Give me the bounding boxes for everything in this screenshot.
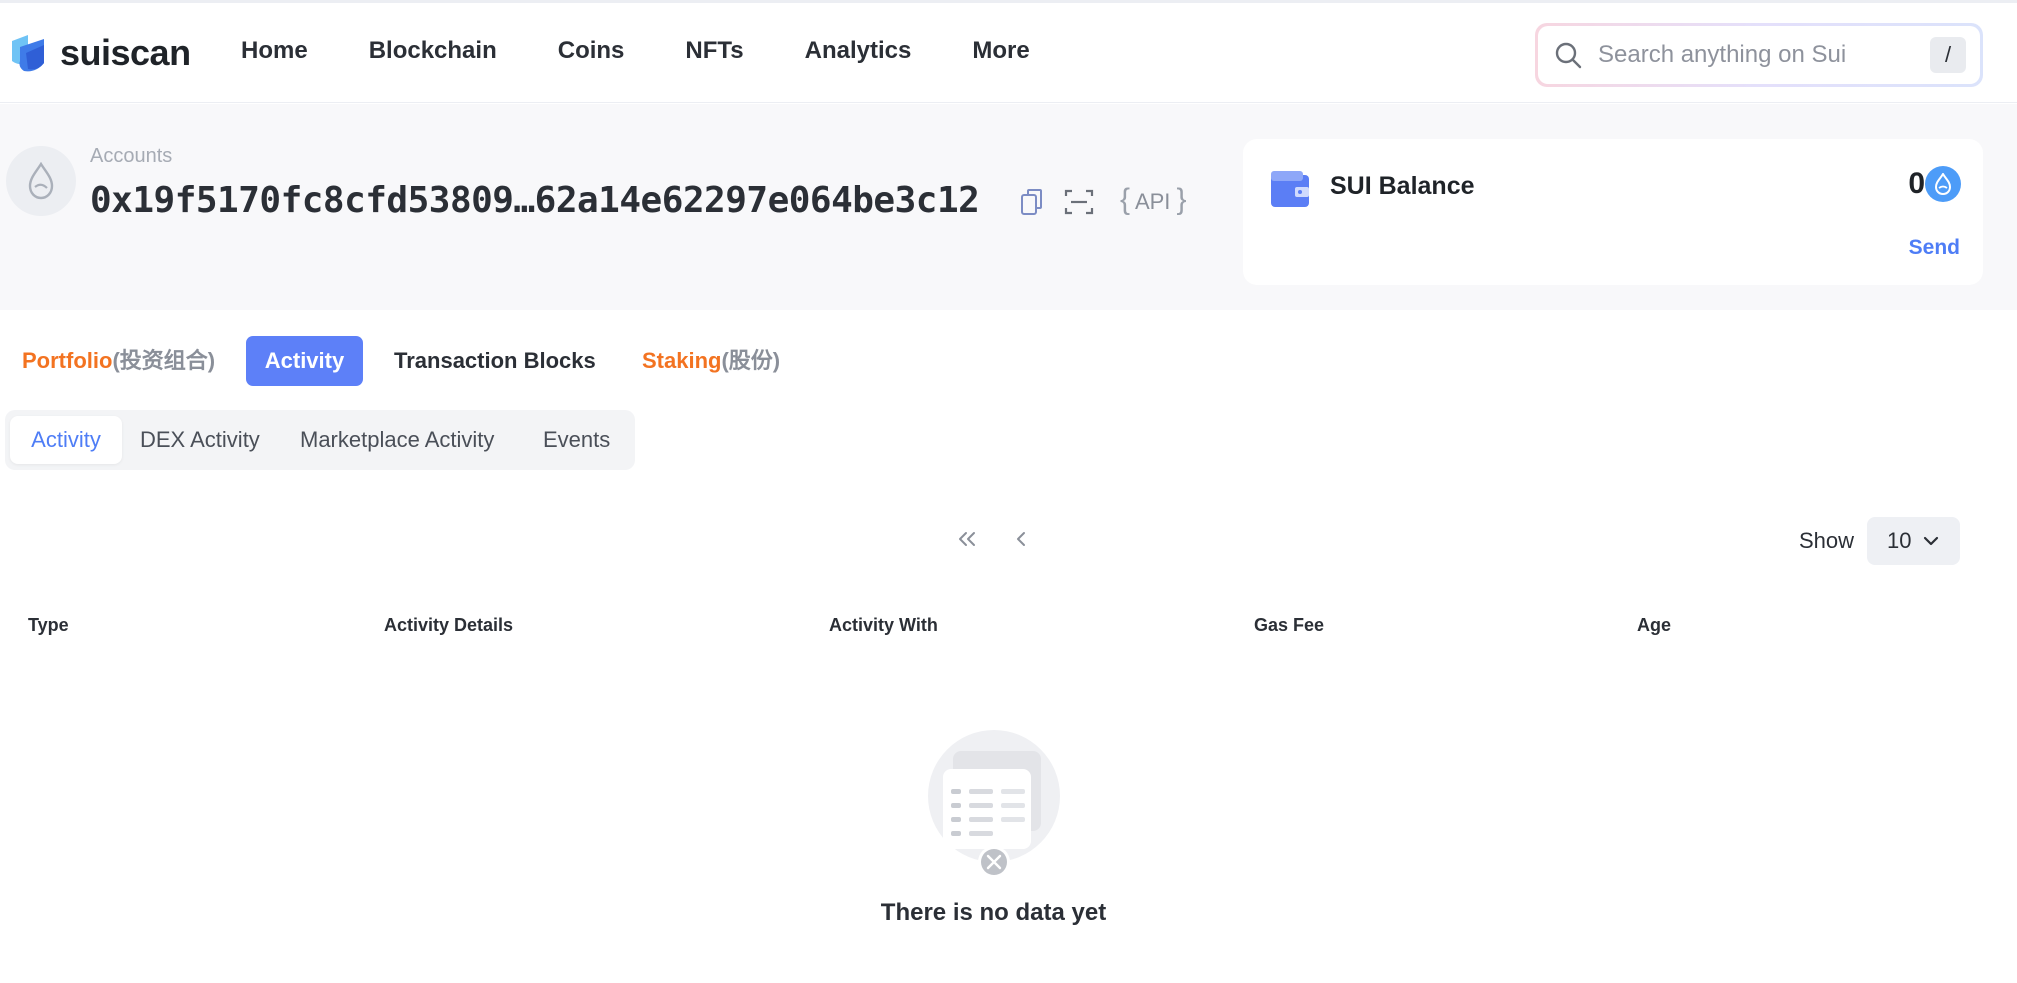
suiscan-logo-icon — [12, 35, 44, 72]
subtab-marketplace-activity[interactable]: Marketplace Activity — [300, 416, 494, 464]
search-box-inner: / — [1538, 26, 1980, 84]
subtab-events[interactable]: Events — [543, 416, 610, 464]
account-address: 0x19f5170fc8cfd53809…62a14e62297e064be3c… — [90, 180, 980, 221]
tab-staking-suffix: (股份) — [721, 348, 781, 373]
chevron-left-icon[interactable] — [1012, 527, 1030, 551]
tab-activity[interactable]: Activity — [246, 336, 363, 386]
api-label: API — [1134, 189, 1171, 214]
qr-scan-icon[interactable] — [1064, 188, 1094, 216]
tab-portfolio-suffix: (投资组合) — [112, 348, 216, 373]
search-input[interactable] — [1598, 36, 1898, 74]
search-icon — [1555, 42, 1582, 69]
tab-transaction-blocks[interactable]: Transaction Blocks — [394, 336, 596, 386]
sub-tabs: Activity DEX Activity Marketplace Activi… — [5, 410, 635, 470]
double-chevron-left-icon[interactable] — [955, 527, 979, 551]
nav-analytics[interactable]: Analytics — [805, 37, 912, 65]
column-header-activity-details: Activity Details — [384, 615, 514, 635]
nav-more[interactable]: More — [972, 37, 1029, 65]
api-brace-open: { — [1120, 183, 1131, 216]
balance-value: 0 — [1908, 167, 1925, 200]
api-link[interactable]: { API } — [1120, 183, 1187, 217]
page-size-label: Show — [1799, 528, 1855, 553]
send-button[interactable]: Send — [1909, 236, 1960, 260]
tab-staking-label: Staking — [642, 348, 722, 373]
avatar — [6, 146, 76, 216]
column-header-type: Type — [28, 615, 69, 635]
brand-name: suiscan — [60, 32, 191, 73]
tab-staking[interactable]: Staking(股份) — [642, 336, 780, 386]
account-label: Accounts — [90, 145, 173, 167]
column-header-gas-fee: Gas Fee — [1254, 615, 1325, 635]
empty-list-icon — [928, 730, 1060, 878]
main-nav: Home Blockchain Coins NFTs Analytics Mor… — [241, 37, 1091, 65]
nav-coins[interactable]: Coins — [558, 37, 625, 65]
search-box: / — [1535, 23, 1983, 87]
column-header-activity-with: Activity With — [829, 615, 938, 635]
nav-blockchain[interactable]: Blockchain — [369, 37, 497, 65]
subtab-activity[interactable]: Activity — [10, 416, 122, 464]
tab-portfolio[interactable]: Portfolio(投资组合) — [22, 336, 215, 386]
tab-portfolio-label: Portfolio — [22, 348, 113, 373]
balance-title: SUI Balance — [1330, 172, 1475, 200]
empty-state-message: There is no data yet — [880, 899, 1107, 926]
nav-home[interactable]: Home — [241, 37, 308, 65]
sui-coin-icon — [1925, 166, 1961, 202]
search-shortcut-key: / — [1930, 37, 1966, 73]
top-navbar: suiscan Home Blockchain Coins NFTs Analy… — [0, 0, 2017, 103]
wallet-icon — [1271, 171, 1309, 207]
chevron-down-icon — [1923, 536, 1939, 546]
page-size-value: 10 — [1887, 528, 1912, 553]
column-header-age: Age — [1637, 615, 1672, 635]
copy-icon[interactable] — [1020, 187, 1044, 217]
api-brace-close: } — [1176, 183, 1187, 216]
nav-nfts[interactable]: NFTs — [685, 37, 743, 65]
subtab-dex-activity[interactable]: DEX Activity — [140, 416, 260, 464]
balance-card: SUI Balance 0 Send — [1243, 139, 1983, 285]
brand-logo[interactable]: suiscan — [6, 29, 191, 77]
sui-droplet-icon — [28, 162, 54, 200]
page-size-select[interactable]: 10 — [1867, 517, 1960, 565]
